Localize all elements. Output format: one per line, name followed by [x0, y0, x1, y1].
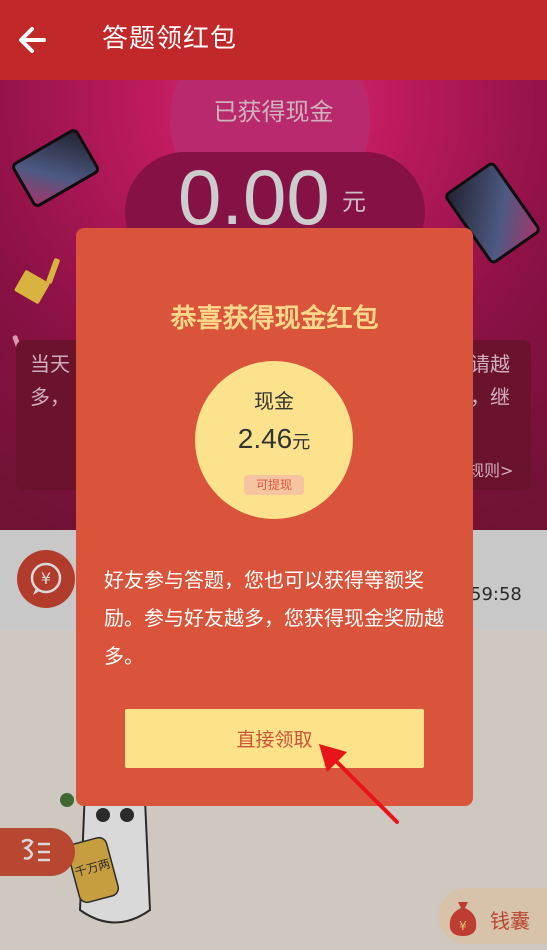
cash-value: 2.46元: [237, 423, 311, 454]
page-title: 答题领红包: [102, 24, 238, 54]
app-header: 答题领红包: [0, 0, 547, 80]
withdrawable-badge: 可提现: [244, 475, 304, 495]
modal-description: 好友参与答题，您也可以获得等额奖励。参与好友越多，您获得现金奖励越多。: [104, 568, 444, 668]
pointer-arrow-icon: [319, 744, 399, 824]
cash-unit: 元: [292, 432, 311, 452]
back-arrow-icon[interactable]: [14, 20, 54, 60]
cash-circle: 现金 2.46元 可提现: [195, 361, 353, 519]
red-packet-modal: 恭喜获得现金红包 现金 2.46元 可提现 好友参与答题，您也可以获得等额奖励。…: [76, 228, 473, 806]
cash-label: 现金: [254, 389, 294, 413]
modal-title: 恭喜获得现金红包: [170, 304, 379, 334]
